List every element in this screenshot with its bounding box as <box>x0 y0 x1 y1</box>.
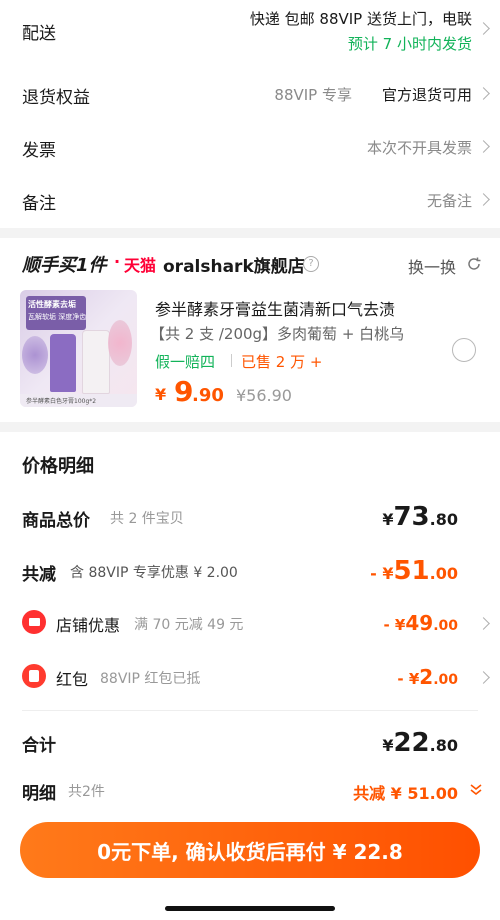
dot-separator: · <box>114 252 121 271</box>
refresh-icon[interactable] <box>466 256 482 272</box>
image-caption: 参半酵素白色牙膏100g*2 <box>26 398 97 405</box>
chevron-right-icon <box>477 193 490 206</box>
shop-icon <box>22 610 46 634</box>
sum-amount: ¥22.80 <box>382 728 458 758</box>
image-text-1: 活性酵素去垢 <box>28 300 76 309</box>
product-image[interactable]: 活性酵素去垢 瓦解软垢 深度净齿 参半酵素白色牙膏100g*2 <box>20 290 137 407</box>
sum-label: 合计 <box>22 736 56 756</box>
price-integer: 9 <box>174 375 194 408</box>
double-chevron-down-icon[interactable] <box>468 782 484 798</box>
redpack-icon <box>22 664 46 688</box>
chevron-right-icon <box>477 617 490 630</box>
total-amount: ¥73.80 <box>382 502 458 532</box>
redpack-label: 红包 <box>56 670 89 689</box>
tmall-logo: 天猫 <box>124 256 157 275</box>
tag-divider <box>231 354 232 367</box>
product-title[interactable]: 参半酵素牙膏益生菌清新口气去渍 <box>155 296 395 320</box>
tube-purple <box>50 334 76 392</box>
section-divider <box>0 422 500 432</box>
price-symbol: ¥ <box>155 385 167 404</box>
delivery-label: 配送 <box>22 24 56 44</box>
home-indicator <box>165 906 335 911</box>
redpack-amount: - ¥2.00 <box>397 665 458 689</box>
discount-amount: - ¥51.00 <box>370 556 458 586</box>
detail-label: 明细 <box>22 784 56 804</box>
price-decimal: .90 <box>192 385 224 406</box>
chevron-right-icon <box>477 671 490 684</box>
chevron-right-icon <box>477 140 490 153</box>
total-label: 商品总价 <box>22 511 90 531</box>
shop-discount-sub: 满 70 元减 49 元 <box>134 617 244 633</box>
chevron-right-icon <box>477 87 490 100</box>
product-spec[interactable]: 【共 2 支 /200g】多肉葡萄 + 白桃乌 <box>150 323 404 344</box>
detail-sub: 共2件 <box>68 784 105 800</box>
remark-label: 备注 <box>22 194 56 214</box>
total-sub: 共 2 件宝贝 <box>110 511 184 527</box>
vip-return-text: 88VIP 专享 <box>274 86 352 104</box>
info-icon[interactable]: ? <box>303 256 319 272</box>
delivery-method: 快递 包邮 88VIP 送货上门，电联 <box>249 10 472 28</box>
swap-button[interactable]: 换一换 <box>408 254 456 278</box>
detail-discount: 共减 ¥ 51.00 <box>353 784 458 803</box>
divider-line <box>22 710 478 711</box>
original-price: ¥56.90 <box>236 386 292 405</box>
delivery-estimate: 预计 7 小时内发货 <box>347 35 472 53</box>
return-policy: 官方退货可用 <box>381 86 472 104</box>
guarantee-tag: 假一赔四 <box>155 353 216 371</box>
select-radio[interactable] <box>452 338 476 362</box>
redpack-sub: 88VIP 红包已抵 <box>100 671 201 687</box>
invoice-value: 本次不开具发票 <box>366 139 472 157</box>
sold-count: 已售 2 万 + <box>241 353 323 371</box>
discount-label: 共减 <box>22 565 56 585</box>
pay-button-label: 0元下单, 确认收货后再付 ¥ 22.8 <box>97 839 403 864</box>
price-detail-title: 价格明细 <box>22 456 94 477</box>
add-one-badge: 顺手买1件 <box>22 255 107 276</box>
discount-sub: 含 88VIP 专享优惠 ¥ 2.00 <box>70 565 238 581</box>
tube-white <box>82 330 110 394</box>
chevron-right-icon <box>477 22 490 35</box>
returns-label: 退货权益 <box>22 88 90 108</box>
pay-button[interactable]: 0元下单, 确认收货后再付 ¥ 22.8 <box>20 822 480 878</box>
section-divider <box>0 228 500 238</box>
remark-value: 无备注 <box>426 192 472 210</box>
shop-discount-label: 店铺优惠 <box>56 616 121 635</box>
shop-discount-amount: - ¥49.00 <box>383 611 458 635</box>
store-name[interactable]: oralshark旗舰店 <box>163 252 305 277</box>
invoice-label: 发票 <box>22 141 56 161</box>
image-text-2: 瓦解软垢 深度净齿 <box>28 313 87 321</box>
